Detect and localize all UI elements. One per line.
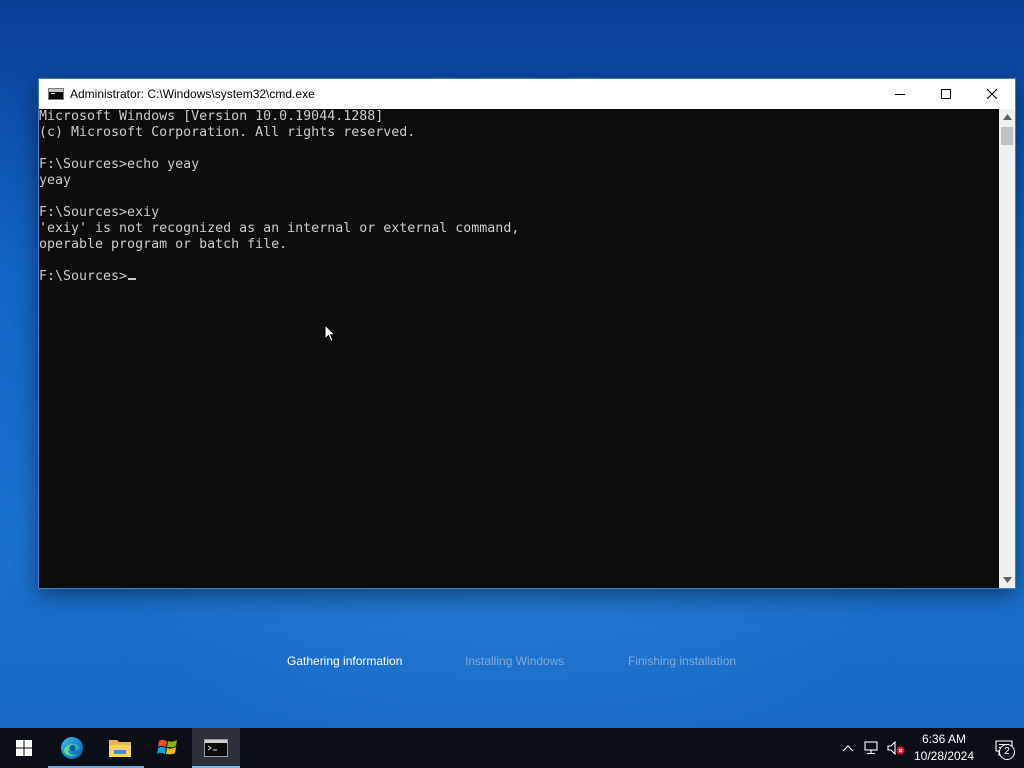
text-cursor: [128, 278, 137, 280]
action-center-button[interactable]: 2: [984, 728, 1024, 768]
windows-flag-icon: [157, 739, 177, 755]
close-icon: [987, 89, 997, 99]
volume-muted-icon: [887, 741, 905, 755]
taskbar-edge[interactable]: [48, 728, 96, 768]
chevron-up-icon: [842, 745, 854, 752]
console-line: F:\Sources>exiy: [39, 205, 160, 220]
console-prompt-line: F:\Sources>: [39, 269, 1000, 285]
maximize-button[interactable]: [923, 79, 969, 109]
console-line: F:\Sources>echo yeay: [39, 157, 200, 172]
console-line: 'exiy' is not recognized as an internal …: [39, 221, 520, 236]
clock-date: 10/28/2024: [913, 749, 975, 763]
window-title: Administrator: C:\Windows\system32\cmd.e…: [70, 87, 315, 101]
clock-time: 6:36 AM: [921, 732, 967, 746]
console-output[interactable]: Microsoft Windows [Version 10.0.19044.12…: [39, 109, 1000, 588]
system-tray: 6:36 AM 10/28/2024 2: [836, 728, 1024, 768]
step-finishing-installation: Finishing installation: [628, 654, 737, 668]
windows-logo-icon: [16, 740, 32, 756]
start-button[interactable]: [0, 728, 48, 768]
taskbar-command-prompt[interactable]: [192, 728, 240, 768]
taskbar-file-explorer[interactable]: [96, 728, 144, 768]
edge-icon: [61, 737, 83, 759]
cmd-icon: [204, 739, 228, 757]
console-line: Microsoft Windows [Version 10.0.19044.12…: [39, 109, 384, 124]
scroll-up-button[interactable]: [999, 109, 1015, 125]
window-controls: [877, 79, 1015, 109]
step-gathering-information: Gathering information: [287, 654, 403, 668]
scroll-thumb[interactable]: [1001, 127, 1013, 145]
clock[interactable]: 6:36 AM 10/28/2024: [910, 731, 978, 765]
console-line: yeay: [39, 173, 72, 188]
maximize-icon: [941, 89, 951, 99]
network-button[interactable]: [860, 728, 884, 768]
mouse-pointer-icon: [324, 324, 336, 343]
title-bar[interactable]: Administrator: C:\Windows\system32\cmd.e…: [39, 79, 1015, 109]
close-button[interactable]: [969, 79, 1015, 109]
console-line: (c) Microsoft Corporation. All rights re…: [39, 125, 416, 140]
minimize-button[interactable]: [877, 79, 923, 109]
taskbar: 6:36 AM 10/28/2024 2: [0, 728, 1024, 768]
taskbar-windows-setup[interactable]: [144, 728, 192, 768]
minimize-icon: [895, 94, 905, 95]
cmd-icon: [48, 88, 64, 100]
setup-progress: Gathering information Installing Windows…: [0, 654, 1024, 672]
console-line: operable program or batch file.: [39, 237, 288, 252]
step-installing-windows: Installing Windows: [465, 654, 565, 668]
arrow-up-icon: [1002, 114, 1012, 120]
show-hidden-icons-button[interactable]: [836, 728, 860, 768]
cmd-window[interactable]: Administrator: C:\Windows\system32\cmd.e…: [38, 78, 1016, 589]
arrow-down-icon: [1002, 577, 1012, 583]
notification-count-badge: 2: [999, 744, 1015, 760]
folder-icon: [109, 740, 131, 757]
vertical-scrollbar[interactable]: [999, 109, 1015, 588]
volume-button[interactable]: [884, 728, 908, 768]
network-icon: [864, 741, 878, 755]
scroll-down-button[interactable]: [999, 572, 1015, 588]
